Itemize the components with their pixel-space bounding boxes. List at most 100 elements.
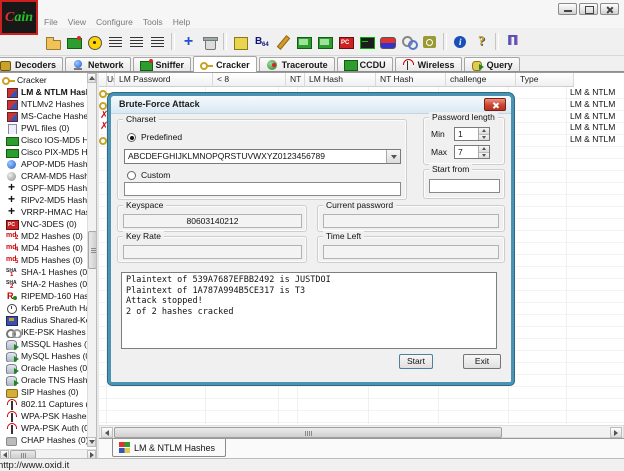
sidebar-item[interactable]: VNC-3DES (0) (0, 218, 87, 230)
sidebar-item[interactable]: MD5 Hashes (0) (0, 254, 87, 266)
wordlist-icon[interactable] (273, 33, 292, 51)
start-from-input[interactable] (429, 179, 500, 193)
custom-radio-row[interactable]: Custom (127, 170, 170, 180)
spoofer-icon[interactable] (420, 33, 439, 51)
sidebar-item[interactable]: Radius Shared-Ke (0, 314, 87, 326)
vnc-icon[interactable] (336, 33, 355, 51)
menu-item[interactable]: File (44, 17, 58, 27)
open-folder-icon[interactable] (43, 33, 62, 51)
exit-button[interactable]: Exit (463, 354, 501, 369)
scroll-thumb[interactable] (114, 427, 502, 438)
column-header[interactable]: < 8 (213, 73, 286, 87)
exit-icon[interactable] (503, 33, 522, 51)
info-icon[interactable] (451, 33, 470, 51)
attack-output[interactable]: Plaintext of 539A7687EFBB2492 is JUSTDOI… (121, 272, 497, 349)
custom-charset-input[interactable] (124, 182, 401, 196)
console-icon[interactable] (357, 33, 376, 51)
tab-lm-ntlm-hashes[interactable]: LM & NTLM Hashes (112, 439, 226, 457)
column-header[interactable]: challenge (446, 73, 516, 87)
sidebar-item[interactable]: SHA-2 Hashes (0) (0, 278, 87, 290)
sidebar-item[interactable]: SIP Hashes (0) (0, 386, 87, 398)
scroll-right-button[interactable] (610, 427, 622, 438)
predefined-radio[interactable] (127, 133, 136, 142)
tree-root-cracker[interactable]: Cracker (0, 73, 87, 86)
tab-sniffer[interactable]: Sniffer (133, 57, 192, 71)
sidebar-item[interactable]: Kerb5 PreAuth Ha (0, 302, 87, 314)
add-icon[interactable] (179, 33, 198, 51)
sidebar-item[interactable]: MSSQL Hashes (0 (0, 338, 87, 350)
sidebar-item[interactable]: RIPEMD-160 Hash (0, 290, 87, 302)
column-header[interactable]: NT Password (286, 73, 305, 87)
help-icon[interactable] (472, 33, 491, 51)
ntlm-auth-icon[interactable] (106, 33, 125, 51)
sidebar-item[interactable]: PWL files (0) (0, 122, 87, 134)
sidebar-item[interactable]: APOP-MD5 Hash (0, 158, 87, 170)
hash-calculator-icon[interactable] (231, 33, 250, 51)
close-button[interactable] (600, 3, 619, 15)
list-horizontal-scrollbar[interactable] (99, 425, 624, 438)
monitor-icon[interactable] (294, 33, 313, 51)
tab-wireless[interactable]: Wireless (395, 57, 462, 71)
column-header[interactable]: LM Password (115, 73, 213, 87)
sidebar-item[interactable]: 802.11 Captures (0 (0, 398, 87, 410)
menu-item[interactable]: View (68, 17, 86, 27)
sidebar-item[interactable]: WPA-PSK Hashes (0, 410, 87, 422)
sidebar-item[interactable]: WPA-PSK Auth (0 (0, 422, 87, 434)
sidebar-item[interactable]: RIPv2-MD5 Hashe (0, 194, 87, 206)
column-header[interactable]: NT Hash (376, 73, 446, 87)
minimize-button[interactable] (558, 3, 577, 15)
sidebar-item[interactable]: OSPF-MD5 Hashe (0, 182, 87, 194)
custom-radio[interactable] (127, 171, 136, 180)
min-length-spinner[interactable]: 1 (454, 127, 490, 141)
menu-item[interactable]: Tools (143, 17, 163, 27)
tab-traceroute[interactable]: Traceroute (259, 57, 335, 71)
sidebar-item[interactable]: Oracle Hashes (0) (0, 362, 87, 374)
tab-query[interactable]: Query (464, 57, 520, 71)
chall-spoof-ntlm-icon[interactable] (148, 33, 167, 51)
sidebar-item[interactable]: SHA-1 Hashes (0) (0, 266, 87, 278)
sidebar-item[interactable]: VRRP-HMAC Has (0, 206, 87, 218)
sidebar-item[interactable]: LM & NTLM Hash (0, 86, 87, 98)
box-icon[interactable] (378, 33, 397, 51)
chall-spoof-reset-icon[interactable] (127, 33, 146, 51)
sidebar-item[interactable]: MS-Cache Hashe (0, 110, 87, 122)
sidebar-vertical-scrollbar[interactable] (87, 73, 96, 447)
sidebar-item[interactable]: NTLMv2 Hashes ( (0, 98, 87, 110)
tab-network[interactable]: Network (65, 57, 131, 71)
predefined-radio-row[interactable]: Predefined (127, 132, 182, 142)
apr-icon[interactable] (85, 33, 104, 51)
menu-item[interactable]: Help (173, 17, 190, 27)
spin-down-button[interactable] (479, 153, 489, 159)
remove-icon[interactable] (200, 33, 219, 51)
gears-icon[interactable] (399, 33, 418, 51)
scroll-down-button[interactable] (87, 437, 96, 447)
dialog-close-button[interactable] (484, 98, 506, 111)
icon-column-header[interactable] (99, 73, 107, 87)
maximize-button[interactable] (579, 3, 598, 15)
scroll-up-button[interactable] (87, 73, 96, 83)
spin-down-button[interactable] (479, 135, 489, 141)
sidebar-item[interactable]: CHAP Hashes (0) (0, 434, 87, 446)
column-header[interactable]: Type (516, 73, 574, 87)
column-header[interactable]: LM Hash (305, 73, 376, 87)
sidebar-item[interactable]: MySQL Hashes (0 (0, 350, 87, 362)
menu-item[interactable]: Configure (96, 17, 133, 27)
tab-ccdu[interactable]: CCDU (337, 57, 393, 71)
charset-combobox[interactable]: ABCDEFGHIJKLMNOPQRSTUVWXYZ0123456789 (124, 149, 401, 164)
sidebar-item[interactable]: Cisco IOS-MD5 H (0, 134, 87, 146)
sidebar-item[interactable]: MD2 Hashes (0) (0, 230, 87, 242)
sidebar-item[interactable]: Cisco PIX-MD5 H (0, 146, 87, 158)
base64-icon[interactable] (252, 33, 271, 51)
sniffer-adapter-icon[interactable] (64, 33, 83, 51)
chevron-down-icon[interactable] (386, 150, 400, 163)
tab-decoders[interactable]: Decoders (0, 57, 63, 71)
vpn-monitor-icon[interactable] (315, 33, 334, 51)
sidebar-item[interactable]: IKE-PSK Hashes (0 (0, 326, 87, 338)
sidebar-item[interactable]: Oracle TNS Hashe (0, 374, 87, 386)
sidebar-item[interactable]: CRAM-MD5 Hash (0, 170, 87, 182)
max-length-spinner[interactable]: 7 (454, 145, 490, 159)
scroll-left-button[interactable] (101, 427, 113, 438)
tab-cracker[interactable]: Cracker (193, 56, 257, 72)
sidebar-item[interactable]: MD4 Hashes (0) (0, 242, 87, 254)
column-header[interactable]: User Name (107, 73, 115, 87)
